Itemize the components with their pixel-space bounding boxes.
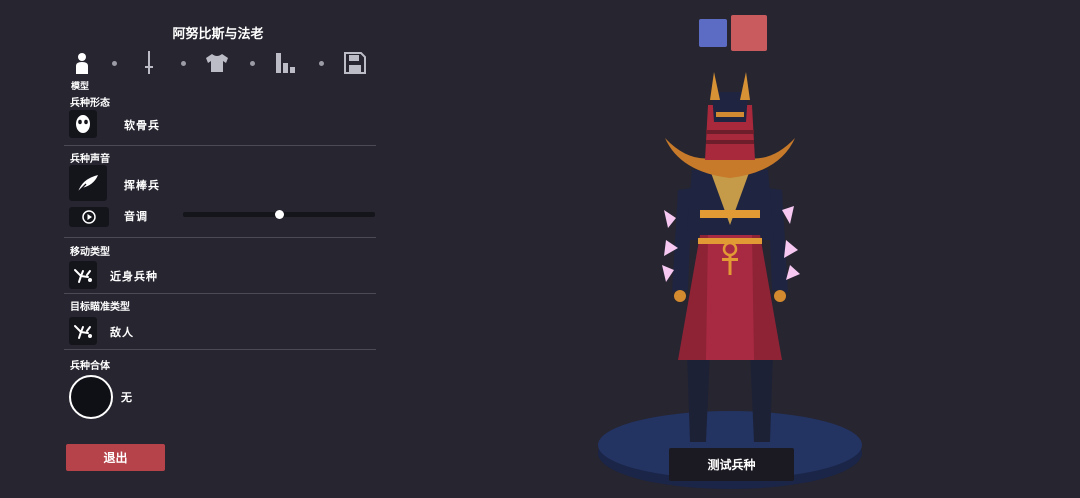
unit-form-label: 兵种形态 (70, 98, 110, 109)
unit-voice-label: 兵种声音 (70, 154, 110, 165)
editor-tabs (70, 50, 370, 78)
shirt-icon (206, 54, 228, 72)
unit-name-title: 阿努比斯与法老 (172, 27, 264, 42)
anubis-pharaoh-figure (662, 72, 800, 442)
team-blue-swatch[interactable] (699, 19, 727, 47)
unit-combo-value: 无 (121, 391, 133, 404)
divider (64, 349, 376, 350)
unit-form-value: 软骨兵 (124, 119, 160, 132)
movement-type-value: 近身兵种 (110, 270, 158, 283)
tab-save[interactable] (343, 50, 367, 76)
targeting-type-value: 敌人 (110, 326, 134, 339)
tab-separator-dot (319, 61, 324, 66)
unit-combo-slot[interactable] (69, 375, 113, 419)
tab-separator-dot (112, 61, 117, 66)
divider (64, 293, 376, 294)
mask-icon (76, 115, 90, 133)
team-red-swatch[interactable] (731, 15, 767, 51)
movement-type-label: 移动类型 (70, 247, 110, 258)
unit-combo-label: 兵种合体 (70, 361, 110, 372)
tab-separator-dot (250, 61, 255, 66)
tab-separator-dot (181, 61, 186, 66)
test-unit-button[interactable]: 测试兵种 (669, 448, 794, 481)
pitch-slider[interactable] (183, 210, 375, 219)
sword-icon (145, 51, 153, 74)
tab-model-caption: 模型 (71, 82, 90, 92)
tab-clothing[interactable] (205, 50, 229, 76)
unit-icon (74, 269, 92, 283)
tab-model[interactable] (70, 50, 94, 76)
unit-voice-value: 挥棒兵 (124, 179, 160, 192)
save-icon (344, 52, 366, 74)
unit-editor-panel: 阿努比斯与法老 模型 兵种形态 软骨兵 兵种声音 挥棒兵 音调 移动类型 近身兵… (0, 0, 400, 498)
voice-play-button[interactable] (69, 207, 109, 227)
tab-weapon[interactable] (137, 50, 161, 76)
movement-type-button[interactable] (69, 261, 97, 289)
pitch-slider-thumb[interactable] (275, 210, 284, 219)
unit-icon (74, 325, 92, 339)
bar-chart-icon (276, 53, 295, 73)
divider (64, 145, 376, 146)
tab-stats[interactable] (274, 50, 298, 76)
play-icon (82, 210, 96, 224)
targeting-type-label: 目标瞄准类型 (70, 302, 130, 313)
feather-icon (77, 175, 98, 193)
divider (64, 237, 376, 238)
targeting-type-button[interactable] (69, 317, 97, 345)
person-icon (76, 53, 88, 74)
unit-voice-button[interactable] (69, 165, 107, 201)
unit-preview (598, 72, 862, 489)
pitch-label: 音调 (124, 210, 148, 223)
exit-button[interactable]: 退出 (66, 444, 165, 471)
unit-form-button[interactable] (69, 110, 97, 138)
